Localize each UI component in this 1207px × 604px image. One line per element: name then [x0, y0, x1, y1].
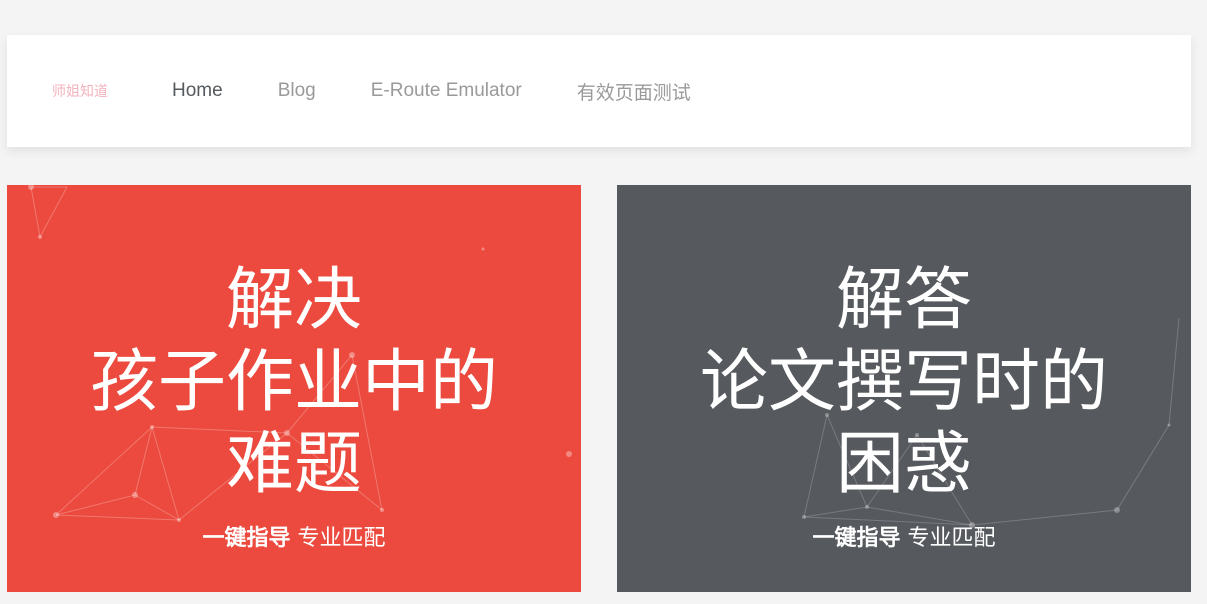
- card-headline: 解决 孩子作业中的 难题: [7, 260, 581, 506]
- card-tagline: 一键指导 专业匹配: [7, 525, 581, 553]
- homework-help-card[interactable]: 解决 孩子作业中的 难题 一键指导 专业匹配: [7, 185, 581, 592]
- nav-links: Home Blog E-Route Emulator 有效页面测试: [172, 78, 746, 105]
- headline-line: 解答: [835, 261, 972, 340]
- headline-line: 难题: [225, 425, 362, 504]
- headline-line: 论文撰写时的: [699, 343, 1108, 422]
- nav-link-valid-page-test[interactable]: 有效页面测试: [577, 78, 691, 105]
- top-navbar: 师姐知道 Home Blog E-Route Emulator 有效页面测试: [7, 35, 1191, 147]
- headline-line: 孩子作业中的: [89, 343, 498, 422]
- card-headline: 解答 论文撰写时的 困惑: [617, 260, 1191, 506]
- tagline-bold: 一键指导: [202, 526, 291, 551]
- tagline-rest: 专业匹配: [297, 526, 386, 551]
- nav-link-blog[interactable]: Blog: [278, 80, 316, 102]
- card-tagline: 一键指导 专业匹配: [617, 525, 1191, 553]
- nav-link-e-route-emulator[interactable]: E-Route Emulator: [371, 80, 522, 102]
- tagline-rest: 专业匹配: [907, 526, 996, 551]
- card-content: 解决 孩子作业中的 难题 一键指导 专业匹配: [7, 185, 581, 592]
- card-content: 解答 论文撰写时的 困惑 一键指导 专业匹配: [617, 185, 1191, 592]
- headline-line: 解决: [225, 261, 362, 340]
- brand-logo[interactable]: 师姐知道: [52, 81, 172, 101]
- tagline-bold: 一键指导: [812, 526, 901, 551]
- thesis-help-card[interactable]: 解答 论文撰写时的 困惑 一键指导 专业匹配: [617, 185, 1191, 592]
- nav-link-home[interactable]: Home: [172, 80, 223, 102]
- headline-line: 困惑: [835, 425, 972, 504]
- page: 师姐知道 Home Blog E-Route Emulator 有效页面测试 解…: [0, 0, 1207, 604]
